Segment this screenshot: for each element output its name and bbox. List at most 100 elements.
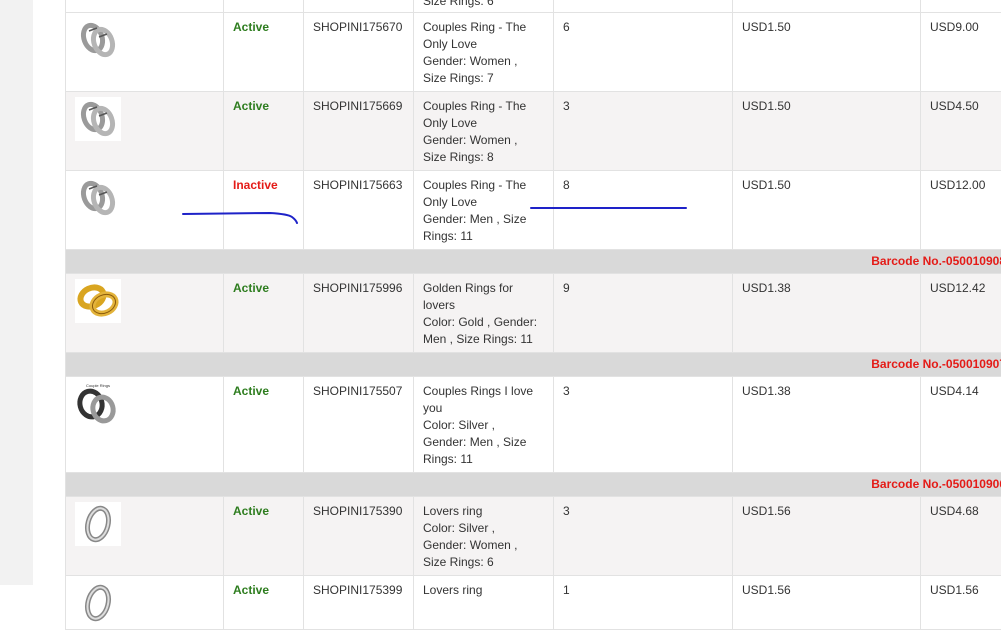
sku-cell: SHOPINI175669 — [304, 92, 414, 171]
quantity-cell: 3 — [554, 377, 733, 473]
unit-price-cell: USD1.56 — [733, 497, 921, 576]
description-line: Gender: Men , Size — [423, 434, 544, 451]
silver-single-ring-icon[interactable] — [75, 502, 121, 546]
order-items-body: Size Rings: 6ActiveSHOPINI175670Couples … — [66, 0, 1001, 630]
barcode-row: Barcode No.-050010907 — [66, 353, 1001, 377]
status-badge: Active — [233, 504, 269, 518]
item-description-cell: Lovers ring — [414, 576, 554, 630]
item-description-cell: Size Rings: 6 — [414, 0, 554, 13]
description-line: Size Rings: 7 — [423, 70, 544, 87]
status-badge: Active — [233, 281, 269, 295]
table-row: ActiveSHOPINI175669Couples Ring - TheOnl… — [66, 92, 1001, 171]
status-cell: Active — [224, 274, 304, 353]
barcode-label: Barcode No.-050010907 — [66, 353, 1001, 377]
description-line: Rings: 11 — [423, 451, 544, 468]
status-cell: Active — [224, 497, 304, 576]
table-row: ActiveSHOPINI175399Lovers ring1USD1.56US… — [66, 576, 1001, 630]
silver-couple-rings-icon[interactable] — [75, 18, 121, 62]
silver-single-ring-icon[interactable] — [75, 581, 121, 625]
line-total-cell: USD12.42 — [921, 274, 1001, 353]
order-items-table-wrapper: Size Rings: 6ActiveSHOPINI175670Couples … — [65, 0, 1001, 630]
line-total-cell: USD1.56 — [921, 576, 1001, 630]
item-description-cell: Couples Ring - TheOnly LoveGender: Women… — [414, 13, 554, 92]
description-line: Gender: Men , Size — [423, 211, 544, 228]
silver-couple-rings-icon[interactable] — [75, 176, 121, 220]
product-image-cell: Couple Rings — [66, 377, 224, 473]
barcode-row: Barcode No.-050010908 — [66, 250, 1001, 274]
product-image-cell — [66, 274, 224, 353]
status-cell: Active — [224, 377, 304, 473]
product-image-cell — [66, 497, 224, 576]
status-badge: Inactive — [233, 178, 278, 192]
table-cell — [554, 0, 733, 13]
table-cell — [921, 0, 1001, 13]
description-line: Men , Size Rings: 11 — [423, 331, 544, 348]
description-line: Couples Ring - The — [423, 177, 544, 194]
sku-cell: SHOPINI175670 — [304, 13, 414, 92]
description-line: Rings: 11 — [423, 228, 544, 245]
status-badge: Active — [233, 20, 269, 34]
line-total-cell: USD9.00 — [921, 13, 1001, 92]
quantity-cell: 1 — [554, 576, 733, 630]
item-description-cell: Golden Rings forloversColor: Gold , Gend… — [414, 274, 554, 353]
product-image-cell — [66, 576, 224, 630]
unit-price-cell: USD1.38 — [733, 274, 921, 353]
description-line: Gender: Women , — [423, 53, 544, 70]
description-line: Golden Rings for — [423, 280, 544, 297]
description-line: Gender: Women , — [423, 537, 544, 554]
quantity-cell: 9 — [554, 274, 733, 353]
svg-text:Couple Rings: Couple Rings — [86, 383, 110, 388]
table-cell — [304, 0, 414, 13]
silver-couple-rings-icon[interactable] — [75, 97, 121, 141]
description-line: Only Love — [423, 115, 544, 132]
line-total-cell: USD4.68 — [921, 497, 1001, 576]
status-cell: Active — [224, 576, 304, 630]
table-row: Active SHOPINI175390Lovers ringColor: Sil… — [66, 497, 1001, 576]
description-line: Couples Ring - The — [423, 98, 544, 115]
left-gutter — [0, 0, 33, 585]
description-line: you — [423, 400, 544, 417]
description-line: Couples Ring - The — [423, 19, 544, 36]
unit-price-cell: USD1.50 — [733, 92, 921, 171]
unit-price-cell: USD1.50 — [733, 171, 921, 250]
description-line: lovers — [423, 297, 544, 314]
item-description-cell: Lovers ringColor: Silver ,Gender: Women … — [414, 497, 554, 576]
description-line: Size Rings: 8 — [423, 149, 544, 166]
status-cell: Active — [224, 92, 304, 171]
order-items-table: Size Rings: 6ActiveSHOPINI175670Couples … — [65, 0, 1001, 630]
description-line: Color: Gold , Gender: — [423, 314, 544, 331]
line-total-cell: USD12.00 — [921, 171, 1001, 250]
barcode-label: Barcode No.-050010908 — [66, 250, 1001, 274]
table-row: ActiveSHOPINI175996Golden Rings forlover… — [66, 274, 1001, 353]
table-row: Couple RingsActiveSHOPINI175507Couples R… — [66, 377, 1001, 473]
black-silver-rings-icon[interactable]: Couple Rings — [75, 382, 121, 426]
description-line: Only Love — [423, 194, 544, 211]
description-line: Color: Silver , — [423, 417, 544, 434]
sku-cell: SHOPINI175996 — [304, 274, 414, 353]
unit-price-cell: USD1.56 — [733, 576, 921, 630]
description-line: Couples Rings I love — [423, 383, 544, 400]
unit-price-cell: USD1.38 — [733, 377, 921, 473]
gold-rings-icon[interactable] — [75, 279, 121, 323]
quantity-cell: 6 — [554, 13, 733, 92]
sku-cell: SHOPINI175663 — [304, 171, 414, 250]
sku-cell: SHOPINI175399 — [304, 576, 414, 630]
line-total-cell: USD4.14 — [921, 377, 1001, 473]
annotation-underline-qty — [528, 203, 690, 213]
description-line: Only Love — [423, 36, 544, 53]
description-line: Size Rings: 6 — [423, 554, 544, 571]
sku-cell: SHOPINI175390 — [304, 497, 414, 576]
description-line: Color: Silver , — [423, 520, 544, 537]
table-cell — [733, 0, 921, 13]
status-cell: Active — [224, 13, 304, 92]
quantity-cell: 3 — [554, 497, 733, 576]
status-badge: Active — [233, 583, 269, 597]
annotation-underline-status — [180, 208, 302, 228]
table-cell — [224, 0, 304, 13]
description-line: Size Rings: 6 — [423, 0, 544, 10]
item-description-cell: Couples Ring - TheOnly LoveGender: Women… — [414, 92, 554, 171]
line-total-cell: USD4.50 — [921, 92, 1001, 171]
status-badge: Active — [233, 384, 269, 398]
barcode-row: Barcode No.-050010906 — [66, 473, 1001, 497]
description-line: Gender: Women , — [423, 132, 544, 149]
